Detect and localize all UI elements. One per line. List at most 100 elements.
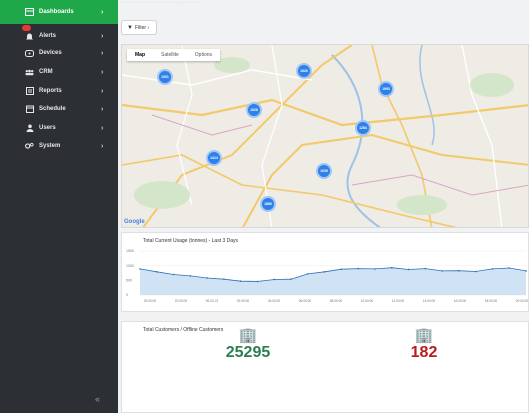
x-tick-label: 18:00:00 xyxy=(485,299,498,303)
usage-point[interactable] xyxy=(491,268,494,270)
usage-chart-card: Total Current Usage (tonnes) - Last 3 Da… xyxy=(121,232,529,312)
map-cluster-marker[interactable]: 1301 xyxy=(157,69,173,85)
map-type-tabs: Map Satellite Options xyxy=(127,49,221,61)
x-tick-label: 08:00:00 xyxy=(330,299,343,303)
map-cluster-marker[interactable]: 1039 xyxy=(316,163,332,179)
filter-icon: ▼ xyxy=(127,24,133,31)
usage-point[interactable] xyxy=(407,268,410,271)
dashboard-icon xyxy=(25,8,34,17)
usage-point[interactable] xyxy=(139,268,141,270)
sidebar: Dashboards › Alerts › Devices › CRM › Re… xyxy=(0,0,118,413)
usage-point[interactable] xyxy=(206,277,208,279)
total-customers-stat: 🏢 25295 xyxy=(218,327,278,362)
chevron-right-icon: › xyxy=(101,32,104,40)
x-tick-label: 20:00:00 xyxy=(516,299,529,303)
google-logo: Google xyxy=(124,219,145,225)
gears-icon xyxy=(25,142,34,151)
usage-point[interactable] xyxy=(525,270,527,272)
x-tick-label: 22:00:00 xyxy=(175,299,188,303)
map-cluster-marker[interactable]: 1414 xyxy=(206,150,222,166)
customers-card: Total Customers / Offline Customers 🏢 25… xyxy=(121,321,529,413)
tab-satellite[interactable]: Satellite xyxy=(153,49,187,61)
usage-point[interactable] xyxy=(256,280,259,283)
x-tick-label: 14:00:00 xyxy=(423,299,436,303)
chevron-right-icon: › xyxy=(101,8,104,16)
x-tick-label: 10:00:00 xyxy=(361,299,374,303)
tab-options[interactable]: Options xyxy=(187,49,220,61)
filter-label: Filter › xyxy=(134,24,150,31)
sidebar-item-label: Devices xyxy=(39,50,62,56)
usage-point[interactable] xyxy=(441,270,443,272)
usage-point[interactable] xyxy=(307,273,309,275)
building-icon: 🏢 xyxy=(238,327,258,344)
filter-button[interactable]: ▼ Filter › xyxy=(121,20,157,35)
usage-point[interactable] xyxy=(424,267,427,270)
usage-point[interactable] xyxy=(223,278,225,280)
top-info-strip: ··· ····· ····· ··· ····· ········· ····… xyxy=(118,0,529,8)
usage-point[interactable] xyxy=(189,275,192,277)
sidebar-item-system[interactable]: System › xyxy=(0,134,118,158)
map-cluster-marker[interactable]: 1284 xyxy=(355,120,371,136)
sidebar-item-dashboards[interactable]: Dashboards › xyxy=(0,0,118,24)
x-tick-label: 06-03-21 xyxy=(206,299,219,303)
x-tick-label: 20:00:00 xyxy=(144,299,157,303)
map-roads xyxy=(122,45,528,227)
x-tick-label: 02:00:00 xyxy=(237,299,250,303)
map-cluster-marker[interactable]: 1620 xyxy=(296,63,312,79)
chevron-right-icon: › xyxy=(101,142,104,150)
offline-customers-stat: 🏢 182 xyxy=(394,327,454,362)
sidebar-item-label: Users xyxy=(39,125,56,131)
usage-point[interactable] xyxy=(172,273,175,276)
user-icon xyxy=(25,124,34,133)
map-cluster-marker[interactable]: 1993 xyxy=(378,81,394,97)
tab-map[interactable]: Map xyxy=(127,49,153,61)
usage-point[interactable] xyxy=(273,278,276,281)
map-panel[interactable]: Map Satellite Options 1301 1620 1993 152… xyxy=(121,44,529,228)
collapse-sidebar-button[interactable]: « xyxy=(95,394,100,404)
total-customers-value: 25295 xyxy=(225,344,271,361)
usage-point[interactable] xyxy=(340,268,343,270)
sidebar-item-label: Alerts xyxy=(39,33,57,39)
usage-point[interactable] xyxy=(239,280,242,283)
usage-point[interactable] xyxy=(458,269,460,272)
usage-point[interactable] xyxy=(508,267,511,269)
sidebar-item-label: Schedule xyxy=(39,106,66,112)
bell-icon xyxy=(25,32,34,41)
y-tick-label: 0 xyxy=(126,293,128,297)
x-tick-label: 16:00:00 xyxy=(454,299,467,303)
y-tick-label: 1500 xyxy=(126,249,134,253)
calendar-icon xyxy=(25,105,34,114)
usage-point[interactable] xyxy=(390,266,393,269)
chevron-right-icon: › xyxy=(101,105,104,113)
usage-point[interactable] xyxy=(357,267,359,270)
users-group-icon xyxy=(25,68,34,77)
chevron-right-icon: › xyxy=(101,87,104,95)
x-tick-label: 06:00:00 xyxy=(299,299,312,303)
sidebar-item-label: Reports xyxy=(39,88,62,94)
map-cluster-marker[interactable]: 1880 xyxy=(260,196,276,212)
usage-chart: 1500 1000 500 0 20:00:00 22:00:00 06-03-21 02:0… xyxy=(126,249,529,303)
customers-title: Total Customers / Offline Customers xyxy=(143,327,224,333)
alert-badge xyxy=(22,25,31,31)
map-cluster-marker[interactable]: 1528 xyxy=(246,102,262,118)
x-tick-label: 04:00:00 xyxy=(268,299,281,303)
sidebar-item-label: System xyxy=(39,143,61,149)
usage-point[interactable] xyxy=(323,271,326,273)
y-tick-label: 500 xyxy=(126,279,132,283)
usage-point[interactable] xyxy=(155,271,158,273)
chevron-right-icon: › xyxy=(101,124,104,132)
sidebar-item-label: Dashboards xyxy=(39,9,74,15)
device-icon xyxy=(25,49,34,58)
usage-area xyxy=(140,267,526,295)
building-icon: 🏢 xyxy=(414,327,434,344)
chevron-right-icon: › xyxy=(101,49,104,57)
chevron-right-icon: › xyxy=(101,68,104,76)
usage-point[interactable] xyxy=(290,278,292,280)
app-root: Dashboards › Alerts › Devices › CRM › Re… xyxy=(0,0,529,413)
usage-point[interactable] xyxy=(374,268,376,270)
x-tick-label: 12:00:00 xyxy=(392,299,405,303)
usage-point[interactable] xyxy=(474,270,477,273)
offline-customers-value: 182 xyxy=(410,344,438,361)
y-tick-label: 1000 xyxy=(126,264,134,268)
report-icon xyxy=(25,87,34,96)
